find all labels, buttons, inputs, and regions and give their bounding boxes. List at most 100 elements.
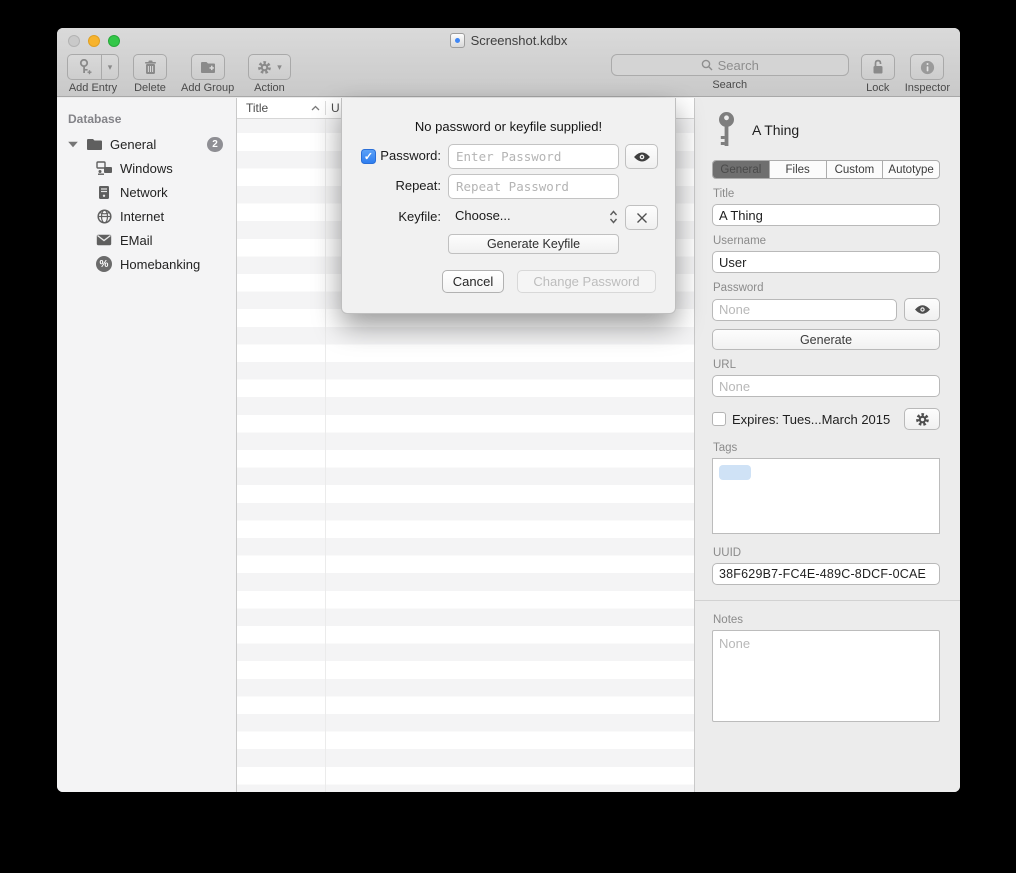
entry-title: A Thing — [752, 122, 799, 138]
reveal-password-button[interactable] — [625, 144, 658, 169]
reveal-password-button[interactable] — [904, 298, 940, 321]
generate-password-button[interactable]: Generate — [712, 329, 940, 350]
url-label: URL — [713, 359, 940, 371]
sidebar-item-label: General — [110, 137, 156, 152]
stepper-icon[interactable] — [609, 210, 618, 224]
close-x-icon — [636, 212, 648, 224]
sidebar-item-email[interactable]: EMail — [57, 228, 236, 252]
inspector-tabs: General Files Custom Autotype — [712, 160, 940, 179]
enter-password-input[interactable] — [448, 144, 619, 169]
info-icon — [920, 60, 935, 75]
tab-general[interactable]: General — [713, 161, 770, 178]
add-entry-menu-button[interactable]: ▾ — [101, 54, 119, 80]
folder-icon — [85, 137, 103, 151]
sidebar-item-label: EMail — [120, 233, 153, 248]
search-label: Search — [712, 79, 747, 91]
entry-header: A Thing — [716, 111, 940, 148]
eye-icon — [914, 304, 931, 315]
password-field[interactable] — [712, 299, 897, 321]
action-button[interactable]: ▾ — [248, 54, 291, 80]
document-icon — [450, 33, 465, 48]
inspector-button[interactable] — [910, 54, 944, 80]
title-label: Title — [713, 188, 940, 200]
delete-button[interactable] — [133, 54, 167, 80]
sidebar-item-windows[interactable]: Windows — [57, 156, 236, 180]
notes-label: Notes — [713, 614, 940, 626]
zoom-button[interactable] — [108, 35, 120, 47]
generate-keyfile-button[interactable]: Generate Keyfile — [448, 234, 619, 254]
tab-custom[interactable]: Custom — [827, 161, 884, 178]
tag-pill[interactable] — [719, 465, 751, 480]
add-group-label: Add Group — [181, 82, 234, 94]
expires-checkbox[interactable] — [712, 412, 726, 426]
sidebar-item-homebanking[interactable]: % Homebanking — [57, 252, 236, 276]
search-item: Search Search — [611, 54, 849, 91]
traffic-lights — [68, 35, 120, 47]
chevron-down-icon: ▾ — [277, 62, 282, 73]
column-divider-line — [325, 119, 326, 792]
sort-ascending-icon — [311, 105, 320, 111]
tab-files[interactable]: Files — [770, 161, 827, 178]
lock-open-icon — [871, 59, 885, 75]
add-entry-item: ▾ Add Entry — [67, 54, 119, 94]
sidebar-item-label: Homebanking — [120, 257, 200, 272]
add-group-item: Add Group — [181, 54, 234, 94]
envelope-icon — [95, 234, 113, 246]
sidebar-item-label: Internet — [120, 209, 164, 224]
notes-field[interactable] — [712, 630, 940, 722]
gear-icon — [915, 412, 930, 427]
server-icon — [95, 185, 113, 200]
keyfile-label: Keyfile: — [342, 209, 441, 224]
cancel-button[interactable]: Cancel — [442, 270, 504, 293]
sidebar-item-internet[interactable]: Internet — [57, 204, 236, 228]
password-label: Password — [713, 282, 940, 294]
search-input[interactable]: Search — [611, 54, 849, 76]
gear-icon — [257, 60, 272, 75]
tags-field[interactable] — [712, 458, 940, 534]
sidebar-item-general[interactable]: General 2 — [57, 132, 236, 156]
tags-label: Tags — [713, 442, 940, 454]
percent-icon: % — [95, 256, 113, 272]
delete-label: Delete — [134, 82, 166, 94]
inspector-panel: A Thing General Files Custom Autotype Ti… — [695, 98, 960, 792]
inspector-label: Inspector — [905, 82, 950, 94]
column-header-username[interactable]: U — [331, 101, 340, 115]
change-password-button[interactable]: Change Password — [517, 270, 656, 293]
disclosure-triangle-icon[interactable] — [68, 141, 78, 147]
keyfile-popup[interactable]: Choose... — [455, 208, 511, 223]
add-group-button[interactable] — [191, 54, 225, 80]
sidebar-item-label: Windows — [120, 161, 173, 176]
username-label: Username — [713, 235, 940, 247]
chevron-down-icon: ▾ — [108, 62, 113, 73]
close-button[interactable] — [68, 35, 80, 47]
column-header-title[interactable]: Title — [237, 101, 268, 115]
screen-background: { "window": { "title": "Screenshot.kdbx"… — [0, 0, 1016, 873]
action-label: Action — [254, 82, 285, 94]
search-placeholder: Search — [718, 58, 759, 73]
add-entry-button[interactable] — [67, 54, 101, 80]
expires-settings-button[interactable] — [904, 408, 940, 430]
sidebar: Database General 2 — [57, 98, 237, 792]
title-field[interactable] — [712, 204, 940, 226]
expires-label: Expires: Tues...March 2015 — [732, 412, 890, 427]
minimize-button[interactable] — [88, 35, 100, 47]
url-field[interactable] — [712, 375, 940, 397]
inspector-item: Inspector — [905, 54, 950, 94]
repeat-password-input[interactable] — [448, 174, 619, 199]
column-divider[interactable] — [325, 101, 326, 115]
sidebar-item-label: Network — [120, 185, 168, 200]
dialog-password-label: Password: — [342, 148, 441, 163]
lock-label: Lock — [866, 82, 889, 94]
username-field[interactable] — [712, 251, 940, 273]
action-item: ▾ Action — [248, 54, 291, 94]
entry-count-badge: 2 — [207, 137, 223, 152]
uuid-field[interactable] — [712, 563, 940, 585]
app-window: Screenshot.kdbx ▾ — [57, 28, 960, 792]
clear-keyfile-button[interactable] — [625, 205, 658, 230]
sidebar-item-network[interactable]: Network — [57, 180, 236, 204]
tab-autotype[interactable]: Autotype — [883, 161, 939, 178]
sidebar-header: Database — [57, 106, 236, 132]
windows-network-icon — [95, 161, 113, 176]
uuid-label: UUID — [713, 547, 940, 559]
lock-button[interactable] — [861, 54, 895, 80]
